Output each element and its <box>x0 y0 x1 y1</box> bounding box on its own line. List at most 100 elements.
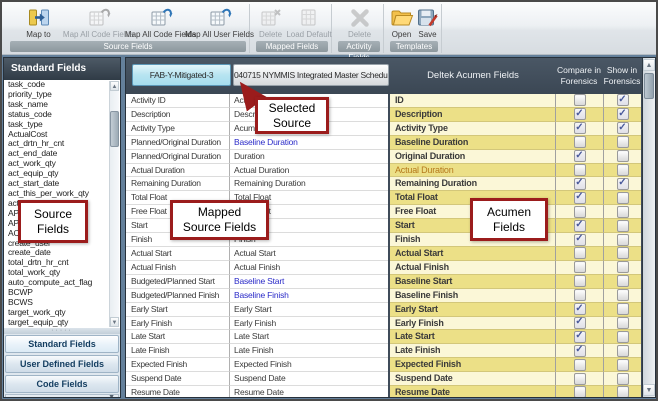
selected-source-header[interactable]: FAB-Y-Mitigated-3 <box>132 64 231 86</box>
compare-checkbox[interactable]: ✓ <box>574 234 586 246</box>
show-checkbox[interactable]: ✓ <box>617 192 629 204</box>
acumen-field-cell[interactable]: Original Duration <box>390 150 555 164</box>
open-button[interactable]: Open <box>389 4 415 41</box>
acumen-field-cell[interactable]: ID <box>390 94 555 108</box>
source-field-cell[interactable]: Late Finish <box>126 344 230 358</box>
acumen-field-cell[interactable]: Baseline Finish <box>390 289 555 303</box>
source-field-cell[interactable]: Remaining Duration <box>126 177 230 191</box>
compare-checkbox[interactable]: ✓ <box>574 373 586 385</box>
show-checkbox[interactable]: ✓ <box>617 164 629 176</box>
acumen-field-cell[interactable]: Remaining Duration <box>390 177 555 191</box>
source-field-cell[interactable]: Late Start <box>126 330 230 344</box>
source-field-cell[interactable]: Activity Type <box>126 122 230 136</box>
acumen-field-cell[interactable]: Actual Duration <box>390 164 555 178</box>
acumen-field-cell[interactable]: Late Start <box>390 330 555 344</box>
acumen-field-cell[interactable]: Suspend Date <box>390 372 555 386</box>
compare-checkbox[interactable]: ✓ <box>574 136 586 148</box>
compare-checkbox[interactable]: ✓ <box>574 192 586 204</box>
show-checkbox[interactable]: ✓ <box>617 359 629 371</box>
mapped-field-cell[interactable]: Remaining Duration <box>230 177 388 191</box>
mapped-field-cell[interactable]: Early Start <box>230 303 388 317</box>
compare-checkbox[interactable]: ✓ <box>574 303 586 315</box>
show-checkbox[interactable]: ✓ <box>617 247 629 259</box>
mapped-field-cell[interactable]: Actual Start <box>230 247 388 261</box>
compare-checkbox[interactable]: ✓ <box>574 386 586 398</box>
mapped-field-cell[interactable]: Late Start <box>230 330 388 344</box>
mapped-field-cell[interactable]: Early Finish <box>230 317 388 331</box>
source-field-cell[interactable]: Planned/Original Duration <box>126 136 230 150</box>
source-field-cell[interactable]: Actual Duration <box>126 164 230 178</box>
delete-button[interactable]: Delete <box>337 4 383 41</box>
compare-checkbox[interactable]: ✓ <box>574 206 586 218</box>
show-checkbox[interactable]: ✓ <box>617 234 629 246</box>
compare-checkbox[interactable]: ✓ <box>574 178 586 190</box>
show-checkbox[interactable]: ✓ <box>617 136 629 148</box>
show-checkbox[interactable]: ✓ <box>617 373 629 385</box>
compare-checkbox[interactable]: ✓ <box>574 164 586 176</box>
show-checkbox[interactable]: ✓ <box>617 220 629 232</box>
mapped-field-cell[interactable]: Baseline Start <box>230 275 388 289</box>
sidebar-tab-user-defined-fields[interactable]: User Defined Fields <box>5 355 119 373</box>
show-checkbox[interactable]: ✓ <box>617 386 629 398</box>
delete-button[interactable]: Delete <box>254 4 287 41</box>
mapped-field-cell[interactable]: Baseline Finish <box>230 289 388 303</box>
show-checkbox[interactable]: ✓ <box>617 275 629 287</box>
show-checkbox[interactable]: ✓ <box>617 331 629 343</box>
source-field-cell[interactable]: Early Start <box>126 303 230 317</box>
source-field-cell[interactable]: Planned/Original Duration <box>126 150 230 164</box>
mapped-field-cell[interactable]: Actual Finish <box>230 261 388 275</box>
scroll-up-icon[interactable]: ▲ <box>643 59 655 71</box>
mapped-field-cell[interactable]: Expected Finish <box>230 358 388 372</box>
acumen-field-cell[interactable]: Description <box>390 108 555 122</box>
scrollbar-thumb[interactable] <box>110 111 119 147</box>
acumen-field-cell[interactable]: Early Finish <box>390 317 555 331</box>
compare-checkbox[interactable]: ✓ <box>574 94 586 106</box>
mapped-field-cell[interactable]: Suspend Date <box>230 372 388 386</box>
show-checkbox[interactable]: ✓ <box>617 150 629 162</box>
load-default-mapping-button[interactable]: Load DefaultMapping <box>287 4 331 41</box>
compare-checkbox[interactable]: ✓ <box>574 317 586 329</box>
compare-checkbox[interactable]: ✓ <box>574 331 586 343</box>
acumen-field-cell[interactable]: Actual Start <box>390 247 555 261</box>
map-all-code-fields-for-all-projects-button[interactable]: Map All Code Fieldsfor All Projects <box>130 4 192 41</box>
compare-checkbox[interactable]: ✓ <box>574 220 586 232</box>
mapped-source-header[interactable]: 040715 NYMMIS Integrated Master Schedule <box>233 64 389 86</box>
sidebar-tab-code-fields[interactable]: Code Fields <box>5 375 119 393</box>
show-checkbox[interactable]: ✓ <box>617 178 629 190</box>
acumen-field-cell[interactable]: Early Start <box>390 303 555 317</box>
show-checkbox[interactable]: ✓ <box>617 317 629 329</box>
acumen-field-cell[interactable]: Late Finish <box>390 344 555 358</box>
chevron-down-icon[interactable]: ▼ <box>108 394 115 398</box>
acumen-field-cell[interactable]: Baseline Duration <box>390 136 555 150</box>
show-checkbox[interactable]: ✓ <box>617 303 629 315</box>
acumen-field-cell[interactable]: Resume Date <box>390 386 555 398</box>
source-field-cell[interactable]: Early Finish <box>126 317 230 331</box>
compare-checkbox[interactable]: ✓ <box>574 345 586 357</box>
show-checkbox[interactable]: ✓ <box>617 108 629 120</box>
show-checkbox[interactable]: ✓ <box>617 261 629 273</box>
source-field-cell[interactable]: Resume Date <box>126 386 230 398</box>
scroll-up-icon[interactable]: ▲ <box>110 81 119 91</box>
save-button[interactable]: Save <box>415 4 441 41</box>
compare-checkbox[interactable]: ✓ <box>574 275 586 287</box>
source-field-cell[interactable]: Budgeted/Planned Finish <box>126 289 230 303</box>
sidebar-field-item[interactable]: act_this_per_work_qty <box>4 189 120 199</box>
compare-checkbox[interactable]: ✓ <box>574 122 586 134</box>
source-field-cell[interactable]: Actual Finish <box>126 261 230 275</box>
show-checkbox[interactable]: ✓ <box>617 206 629 218</box>
source-field-cell[interactable]: Budgeted/Planned Start <box>126 275 230 289</box>
source-field-cell[interactable]: Description <box>126 108 230 122</box>
source-field-cell[interactable]: Suspend Date <box>126 372 230 386</box>
mapped-field-cell[interactable]: Resume Date <box>230 386 388 398</box>
acumen-field-cell[interactable]: Expected Finish <box>390 358 555 372</box>
mapped-field-cell[interactable]: Actual Duration <box>230 164 388 178</box>
mapped-field-cell[interactable]: Late Finish <box>230 344 388 358</box>
sidebar-scrollbar[interactable]: ▲ ▼ <box>109 81 119 327</box>
scroll-down-icon[interactable]: ▼ <box>110 317 119 327</box>
grid-scrollbar[interactable]: ▲ ▼ <box>642 58 655 397</box>
panel-splitter[interactable]: ····· <box>4 328 120 334</box>
scrollbar-thumb[interactable] <box>644 73 654 99</box>
compare-checkbox[interactable]: ✓ <box>574 289 586 301</box>
show-checkbox[interactable]: ✓ <box>617 122 629 134</box>
map-all-code-fields-for-this-project-button[interactable]: Map All Code Fieldsfor this Project <box>68 4 130 41</box>
